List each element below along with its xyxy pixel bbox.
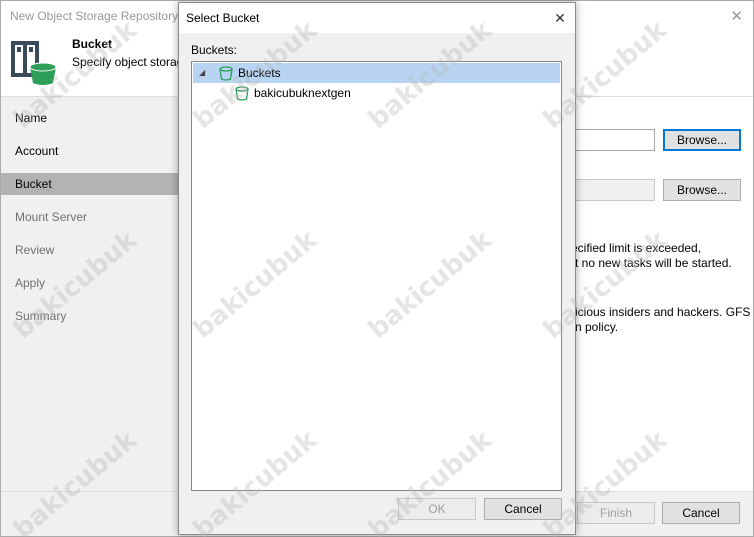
- expand-arrow-icon[interactable]: ◢: [199, 63, 205, 83]
- step-bucket[interactable]: Bucket: [1, 173, 179, 195]
- bucket-icon: [219, 66, 233, 81]
- tree-item-label: bakicubuknextgen: [254, 86, 351, 100]
- storage-class-input[interactable]: [575, 179, 655, 201]
- bucket-tree[interactable]: ◢ Buckets bakicubuknextgen: [191, 61, 562, 491]
- browse-storage-class-button[interactable]: Browse...: [663, 179, 741, 201]
- dialog-cancel-button[interactable]: Cancel: [484, 498, 562, 520]
- browse-folder-button[interactable]: Browse...: [663, 129, 741, 151]
- wizard-steps-sidebar: Name Account Bucket Mount Server Review …: [1, 97, 179, 491]
- limit-text-line1: ecified limit is exceeded,: [571, 241, 702, 255]
- dialog-titlebar: Select Bucket ✕: [179, 3, 575, 33]
- dialog-title: Select Bucket: [186, 11, 260, 25]
- tree-item-bucket[interactable]: bakicubuknextgen: [193, 83, 560, 103]
- step-account[interactable]: Account: [1, 140, 179, 162]
- wizard-cancel-button[interactable]: Cancel: [662, 502, 740, 524]
- tree-item-label: Buckets: [238, 66, 281, 80]
- step-name[interactable]: Name: [1, 107, 179, 129]
- bucket-icon: [235, 86, 249, 101]
- folder-input[interactable]: [575, 129, 655, 151]
- ok-button[interactable]: OK: [398, 498, 476, 520]
- step-summary[interactable]: Summary: [1, 305, 179, 327]
- tree-item-buckets-root[interactable]: ◢ Buckets: [193, 63, 560, 83]
- select-bucket-dialog: Select Bucket ✕ Buckets: ◢ Buckets bakic…: [178, 2, 576, 535]
- immutability-text-line2: n policy.: [575, 320, 619, 334]
- step-mount-server[interactable]: Mount Server: [1, 206, 179, 228]
- finish-button[interactable]: Finish: [577, 502, 655, 524]
- buckets-label: Buckets:: [191, 43, 238, 57]
- immutability-text-line1: icious insiders and hackers. GFS: [575, 305, 751, 319]
- step-review[interactable]: Review: [1, 239, 179, 261]
- object-storage-icon: [11, 41, 57, 85]
- wizard-title: New Object Storage Repository: [10, 9, 179, 23]
- step-apply[interactable]: Apply: [1, 272, 179, 294]
- wizard-close-icon[interactable]: ✕: [730, 7, 743, 25]
- wizard-header-subtitle: Specify object storage: [72, 55, 191, 69]
- wizard-header-title: Bucket: [72, 37, 113, 51]
- limit-text-line2: t no new tasks will be started.: [575, 256, 732, 270]
- dialog-close-icon[interactable]: ✕: [549, 7, 571, 29]
